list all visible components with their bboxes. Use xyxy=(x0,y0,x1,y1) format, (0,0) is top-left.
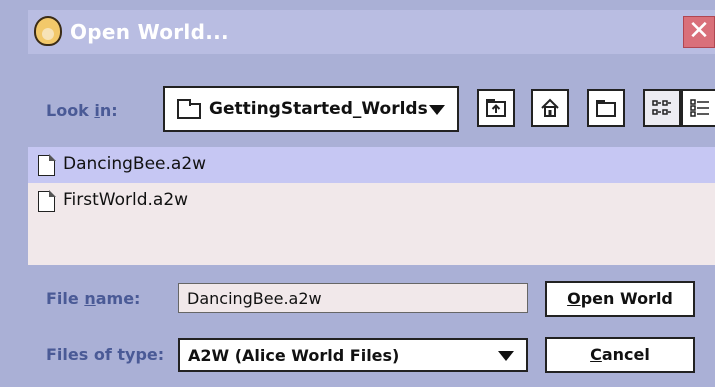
file-row-dancingbee[interactable]: DancingBee.a2w xyxy=(28,147,715,183)
title-bar[interactable]: Open World... ✕ xyxy=(28,10,715,54)
close-button[interactable]: ✕ xyxy=(683,16,715,48)
files-of-type-value: A2W (Alice World Files) xyxy=(188,346,400,365)
open-world-button[interactable]: Open World xyxy=(545,281,695,317)
details-view-button[interactable] xyxy=(681,89,715,127)
file-name-input[interactable] xyxy=(178,283,528,313)
file-name: FirstWorld.a2w xyxy=(63,190,189,210)
cancel-button[interactable]: Cancel xyxy=(545,337,695,373)
up-one-level-button[interactable] xyxy=(477,89,515,127)
window-title: Open World... xyxy=(70,20,229,44)
new-folder-button[interactable] xyxy=(587,89,625,127)
file-icon xyxy=(38,190,56,212)
details-view-icon xyxy=(690,99,709,117)
file-icon xyxy=(38,154,56,176)
open-world-dialog: Open World... ✕ Look in: GettingStarted_… xyxy=(0,0,717,387)
list-view-icon xyxy=(652,100,671,115)
new-folder-icon xyxy=(596,100,616,117)
home-icon xyxy=(541,98,559,117)
look-in-dropdown[interactable]: GettingStarted_Worlds xyxy=(163,86,459,132)
list-view-button[interactable] xyxy=(643,89,681,127)
folder-icon xyxy=(177,99,201,119)
alice-app-icon xyxy=(34,16,62,46)
up-folder-icon xyxy=(486,99,506,117)
look-in-label: Look in: xyxy=(46,101,118,120)
look-in-value: GettingStarted_Worlds xyxy=(209,99,428,119)
file-name-label: File name: xyxy=(46,289,141,308)
file-row-firstworld[interactable]: FirstWorld.a2w xyxy=(28,183,715,219)
home-button[interactable] xyxy=(531,89,569,127)
file-list[interactable]: DancingBee.a2w FirstWorld.a2w xyxy=(28,147,715,265)
file-name: DancingBee.a2w xyxy=(63,154,207,174)
chevron-down-icon xyxy=(498,351,514,361)
chevron-down-icon xyxy=(429,105,445,115)
files-of-type-dropdown[interactable]: A2W (Alice World Files) xyxy=(178,338,528,372)
files-of-type-label: Files of type: xyxy=(46,345,165,364)
